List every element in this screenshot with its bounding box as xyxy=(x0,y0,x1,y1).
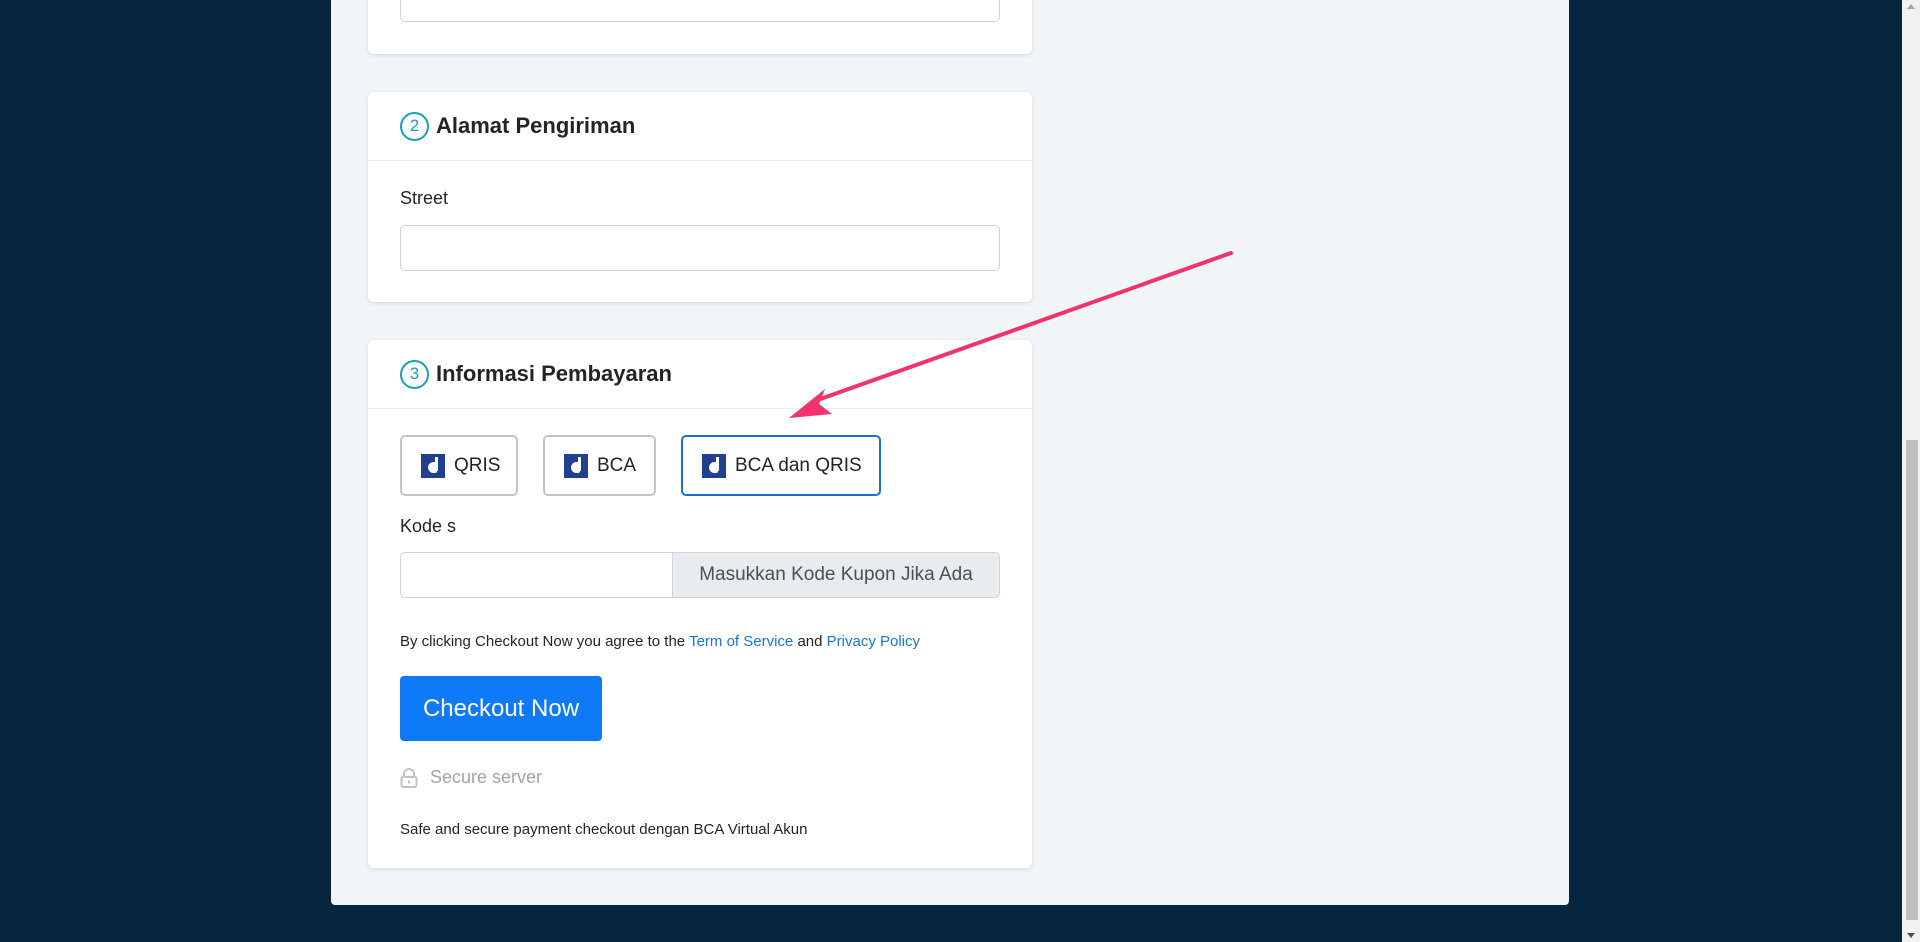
street-label: Street xyxy=(400,188,449,208)
payment-option-bca-dan-qris[interactable]: BCA dan QRIS xyxy=(681,435,881,496)
section-title: Alamat Pengiriman xyxy=(436,113,636,138)
section-title: Informasi Pembayaran xyxy=(436,361,672,386)
payment-option-bca[interactable]: BCA xyxy=(543,435,656,496)
payment-option-label: BCA xyxy=(597,454,637,476)
step-number-badge: 2 xyxy=(400,111,429,141)
page-scrollbar[interactable] xyxy=(1902,0,1920,942)
checkout-now-button[interactable]: Checkout Now xyxy=(400,676,602,741)
duitku-logo-icon xyxy=(702,453,726,478)
duitku-logo-icon xyxy=(564,453,588,478)
secure-server-indicator: Secure server xyxy=(400,767,542,788)
scroll-down-arrow-icon[interactable] xyxy=(1907,933,1915,938)
coupon-label: Kode s xyxy=(400,516,457,536)
scrollbar-thumb[interactable] xyxy=(1906,440,1918,920)
coupon-input-group: Masukkan Kode Kupon Jika Ada xyxy=(400,552,1000,598)
terms-agreement: By clicking Checkout Now you agree to th… xyxy=(400,633,920,650)
duitku-logo-icon xyxy=(421,453,445,478)
agree-prefix: By clicking Checkout Now you agree to th… xyxy=(400,633,686,650)
payment-option-qris[interactable]: QRIS xyxy=(400,435,518,496)
payment-option-label: QRIS xyxy=(454,454,501,476)
shipping-address-card: 2 Alamat Pengiriman Street xyxy=(368,92,1032,302)
agree-and: and xyxy=(797,633,823,650)
payment-footer-note: Safe and secure payment checkout dengan … xyxy=(400,821,808,838)
coupon-input[interactable] xyxy=(400,552,672,598)
step-number-badge: 3 xyxy=(400,359,429,389)
previous-section-input[interactable] xyxy=(400,0,1000,22)
previous-section-card xyxy=(368,0,1032,54)
secure-server-label: Secure server xyxy=(430,767,543,787)
street-input[interactable] xyxy=(400,225,1000,271)
lock-icon xyxy=(400,767,418,788)
payment-info-card: 3 Informasi Pembayaran QRIS BCA BCA dan … xyxy=(368,340,1032,868)
shipping-address-header: 2 Alamat Pengiriman xyxy=(368,92,1032,161)
coupon-addon-text: Masukkan Kode Kupon Jika Ada xyxy=(672,552,1000,598)
payment-info-header: 3 Informasi Pembayaran xyxy=(368,340,1032,409)
terms-of-service-link[interactable]: Term of Service xyxy=(689,633,793,650)
payment-option-label: BCA dan QRIS xyxy=(735,454,862,476)
privacy-policy-link[interactable]: Privacy Policy xyxy=(827,633,920,650)
scroll-up-arrow-icon[interactable] xyxy=(1907,4,1915,9)
